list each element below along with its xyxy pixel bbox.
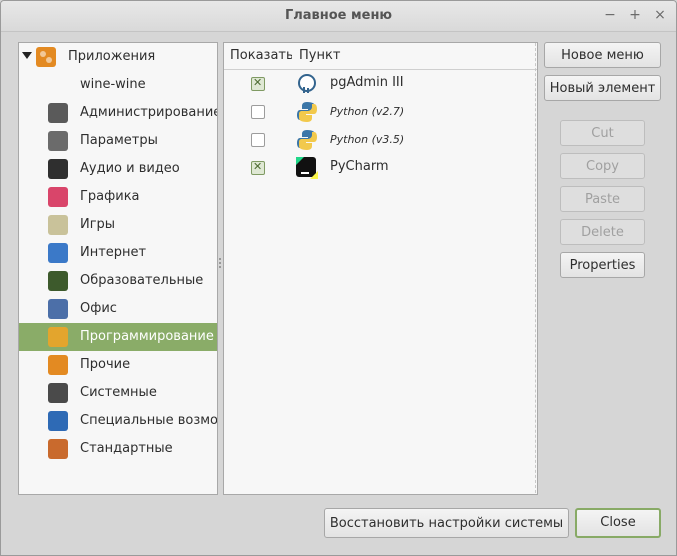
tree-item[interactable]: Системные — [19, 379, 217, 407]
window-title: Главное меню — [284, 8, 393, 23]
tree-root-label: Приложения — [68, 49, 156, 64]
tree-item-label: Стандартные — [80, 441, 173, 456]
tree-item-label: Системные — [80, 385, 157, 400]
properties-button[interactable]: Properties — [560, 252, 645, 278]
tree-item[interactable]: wine-wine — [19, 71, 217, 99]
show-checkbox[interactable] — [251, 133, 265, 147]
settings-icon — [48, 131, 68, 151]
show-checkbox[interactable] — [251, 76, 265, 91]
item-label: Python (v3.5) — [330, 133, 405, 146]
admin-icon — [48, 103, 68, 123]
item-label: pgAdmin III — [330, 75, 404, 90]
restore-defaults-button[interactable]: Восстановить настройки системы — [324, 508, 569, 538]
office-icon — [48, 299, 68, 319]
maximize-button[interactable]: + — [626, 6, 644, 24]
tree-item[interactable]: Образовательные — [19, 267, 217, 295]
cut-button[interactable]: Cut — [560, 120, 645, 146]
close-button[interactable]: Close — [575, 508, 661, 538]
pycharm-icon — [296, 157, 318, 179]
item-label: Python (v2.7) — [330, 105, 405, 118]
tree-item-label: Игры — [80, 217, 116, 232]
new-menu-button[interactable]: Новое меню — [544, 42, 661, 68]
tree-item-label: Офис — [80, 301, 117, 316]
postgres-elephant-icon — [296, 73, 316, 93]
games-icon — [48, 215, 68, 235]
tree-root-applications[interactable]: Приложения — [19, 43, 217, 71]
tree-item-label: Образовательные — [80, 273, 204, 288]
python-icon — [296, 101, 317, 122]
column-header-show[interactable]: Показать — [224, 43, 298, 70]
close-window-button[interactable]: × — [651, 6, 669, 24]
tree-item[interactable]: Параметры — [19, 127, 217, 155]
table-row[interactable]: pgAdmin III — [224, 70, 537, 98]
tree-item-label: Программирование — [80, 329, 214, 344]
tree-item[interactable]: Прочие — [19, 351, 217, 379]
delete-button[interactable]: Delete — [560, 219, 645, 245]
system-icon — [48, 383, 68, 403]
column-header-item[interactable]: Пункт — [292, 43, 537, 70]
tree-item-label: Параметры — [80, 133, 158, 148]
tree-item-label: Специальные возможности — [80, 413, 218, 428]
tree-item-label: Графика — [80, 189, 140, 204]
programming-icon — [48, 327, 68, 347]
show-checkbox[interactable] — [251, 105, 265, 119]
tree-item[interactable]: Специальные возможности — [19, 407, 217, 435]
tree-item[interactable]: Аудио и видео — [19, 155, 217, 183]
title-bar: Главное меню − + × — [1, 1, 676, 32]
paste-button[interactable]: Paste — [560, 186, 645, 212]
item-label: PyCharm — [330, 159, 389, 174]
tree-item-label: Прочие — [80, 357, 131, 372]
new-item-button[interactable]: Новый элемент — [544, 75, 661, 101]
copy-button[interactable]: Copy — [560, 153, 645, 179]
graphics-icon — [48, 187, 68, 207]
education-icon — [48, 271, 68, 291]
tree-item[interactable]: Игры — [19, 211, 217, 239]
accessories-icon — [48, 439, 68, 459]
tree-item[interactable]: Офис — [19, 295, 217, 323]
other-icon — [48, 355, 68, 375]
table-row[interactable]: Python (v3.5) — [224, 126, 537, 154]
menu-items-table[interactable]: Показать Пункт pgAdmin III Python (v2.7) P… — [223, 42, 538, 495]
expander-icon[interactable] — [22, 52, 32, 59]
table-edge-divider — [535, 43, 536, 493]
tree-item-label: wine-wine — [80, 77, 146, 92]
table-row[interactable]: Python (v2.7) — [224, 98, 537, 126]
pane-splitter[interactable] — [218, 256, 222, 276]
tree-item-label: Интернет — [80, 245, 147, 260]
tree-item-label: Аудио и видео — [80, 161, 180, 176]
minimize-button[interactable]: − — [601, 6, 619, 24]
tree-item[interactable]: Графика — [19, 183, 217, 211]
show-checkbox[interactable] — [251, 160, 265, 175]
main-menu-window: Главное меню − + × Приложения wine-wine А… — [0, 0, 677, 556]
tree-item[interactable]: Администрирование — [19, 99, 217, 127]
tree-item[interactable]: Программирование — [19, 323, 217, 351]
multimedia-icon — [48, 159, 68, 179]
tree-item[interactable]: Стандартные — [19, 435, 217, 463]
tree-item[interactable]: Интернет — [19, 239, 217, 267]
internet-icon — [48, 243, 68, 263]
applications-icon — [36, 47, 56, 67]
category-tree[interactable]: Приложения wine-wine Администрирование Пар… — [18, 42, 218, 495]
accessibility-icon — [48, 411, 68, 431]
python-icon — [296, 129, 317, 150]
tree-item-label: Администрирование — [80, 105, 218, 120]
table-row[interactable]: PyCharm — [224, 154, 537, 182]
